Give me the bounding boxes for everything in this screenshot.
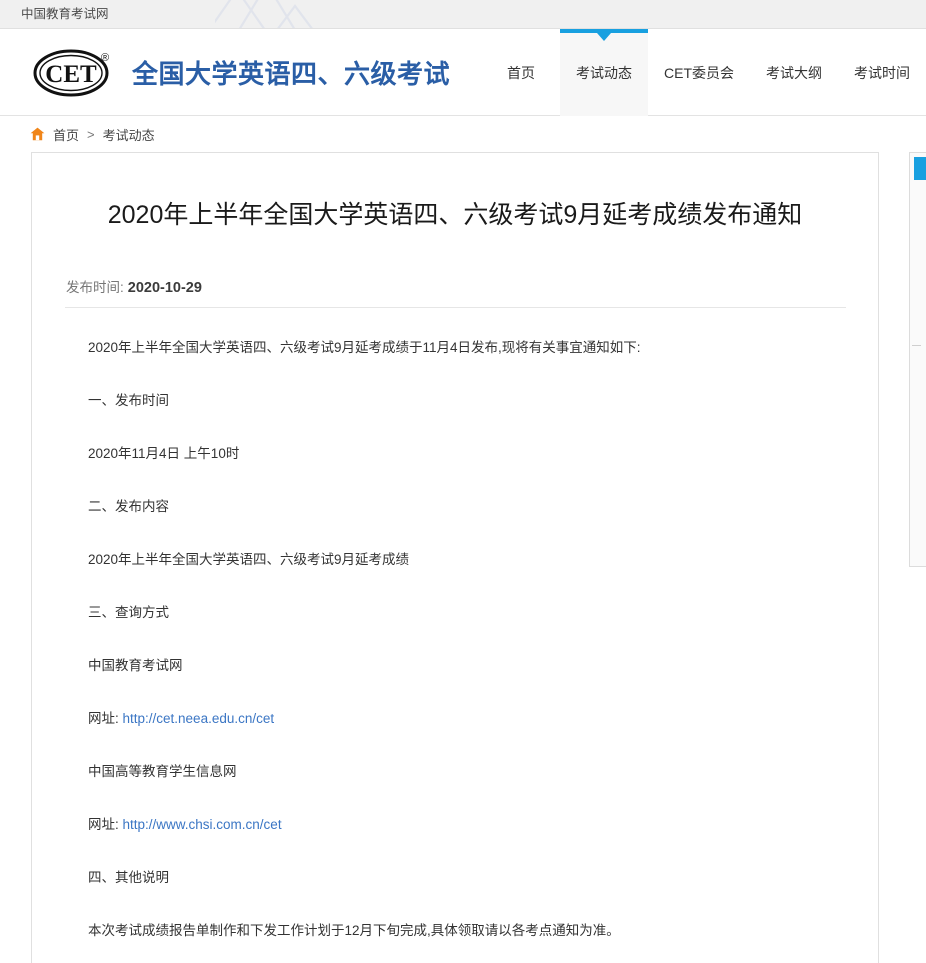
article-paragraph: 一、发布时间	[88, 393, 169, 408]
article-paragraph: 2020年11月4日 上午10时	[88, 446, 240, 461]
nav-item-exam-news[interactable]: 考试动态	[560, 29, 648, 116]
top-utility-bar: 中国教育考试网	[0, 0, 926, 29]
article-paragraph: 2020年上半年全国大学英语四、六级考试9月延考成绩于11月4日发布,现将有关事…	[88, 340, 641, 355]
article-panel: 2020年上半年全国大学英语四、六级考试9月延考成绩发布通知 发布时间: 2020…	[31, 152, 879, 963]
site-header: CET ® 全国大学英语四、六级考试 首页 考试动态 CET委员会 考试大纲 考…	[0, 29, 926, 116]
nav-item-exam-time[interactable]: 考试时间	[838, 29, 926, 116]
cet-logo[interactable]: CET ®	[32, 45, 118, 101]
article-paragraph: 二、发布内容	[88, 499, 169, 514]
main-navigation: 首页 考试动态 CET委员会 考试大纲 考试时间	[482, 29, 926, 116]
home-icon	[30, 127, 45, 141]
article-paragraph: 三、查询方式	[88, 605, 169, 620]
publish-meta: 发布时间: 2020-10-29	[66, 276, 878, 296]
nav-item-home[interactable]: 首页	[482, 29, 560, 116]
nav-item-exam-syllabus[interactable]: 考试大纲	[750, 29, 838, 116]
publish-time-label: 发布时间:	[66, 280, 124, 295]
cet-logo-text: CET	[45, 61, 97, 88]
cet-logo-icon: CET ®	[33, 49, 109, 96]
nav-item-label: 考试时间	[854, 64, 910, 81]
article-paragraph: 四、其他说明	[88, 870, 169, 885]
brand-block[interactable]: CET ® 全国大学英语四、六级考试	[32, 29, 450, 116]
article-paragraph: 中国高等教育学生信息网	[88, 764, 237, 779]
article-body: 2020年上半年全国大学英语四、六级考试9月延考成绩于11月4日发布,现将有关事…	[32, 336, 878, 963]
registered-mark-icon: ®	[101, 52, 109, 64]
nav-item-label: 考试大纲	[766, 64, 822, 81]
breadcrumb-separator: >	[87, 126, 95, 142]
side-panel	[909, 152, 926, 567]
breadcrumb-home-link[interactable]: 首页	[53, 125, 79, 144]
chsi-score-query-link[interactable]: http://www.chsi.com.cn/cet	[123, 817, 282, 832]
url-label: 网址:	[88, 817, 123, 832]
url-label: 网址:	[88, 711, 123, 726]
breadcrumb-current[interactable]: 考试动态	[103, 125, 155, 144]
brand-title: 全国大学英语四、六级考试	[132, 59, 451, 89]
article-paragraph: 2020年上半年全国大学英语四、六级考试9月延考成绩	[88, 552, 410, 567]
side-panel-divider	[912, 345, 921, 346]
article-paragraph-with-link: 网址: http://cet.neea.edu.cn/cet	[88, 707, 822, 731]
cet-score-query-link[interactable]: http://cet.neea.edu.cn/cet	[123, 711, 275, 726]
nav-item-label: CET委员会	[664, 64, 734, 81]
nav-item-cet-committee[interactable]: CET委员会	[648, 29, 750, 116]
nav-item-label: 首页	[507, 64, 535, 81]
publish-date-value: 2020-10-29	[127, 280, 202, 296]
article-paragraph-with-link: 网址: http://www.chsi.com.cn/cet	[88, 813, 822, 837]
article-paragraph: 中国教育考试网	[88, 658, 183, 673]
nav-item-label: 考试动态	[576, 64, 632, 81]
article-paragraph: 本次考试成绩报告单制作和下发工作计划于12月下旬完成,具体领取请以各考点通知为准…	[88, 923, 620, 938]
meta-divider	[65, 307, 846, 308]
breadcrumb: 首页 > 考试动态	[0, 116, 926, 152]
site-name-label: 中国教育考试网	[21, 7, 109, 21]
side-panel-header-bar	[914, 157, 926, 180]
page-title: 2020年上半年全国大学英语四、六级考试9月延考成绩发布通知	[107, 201, 803, 229]
